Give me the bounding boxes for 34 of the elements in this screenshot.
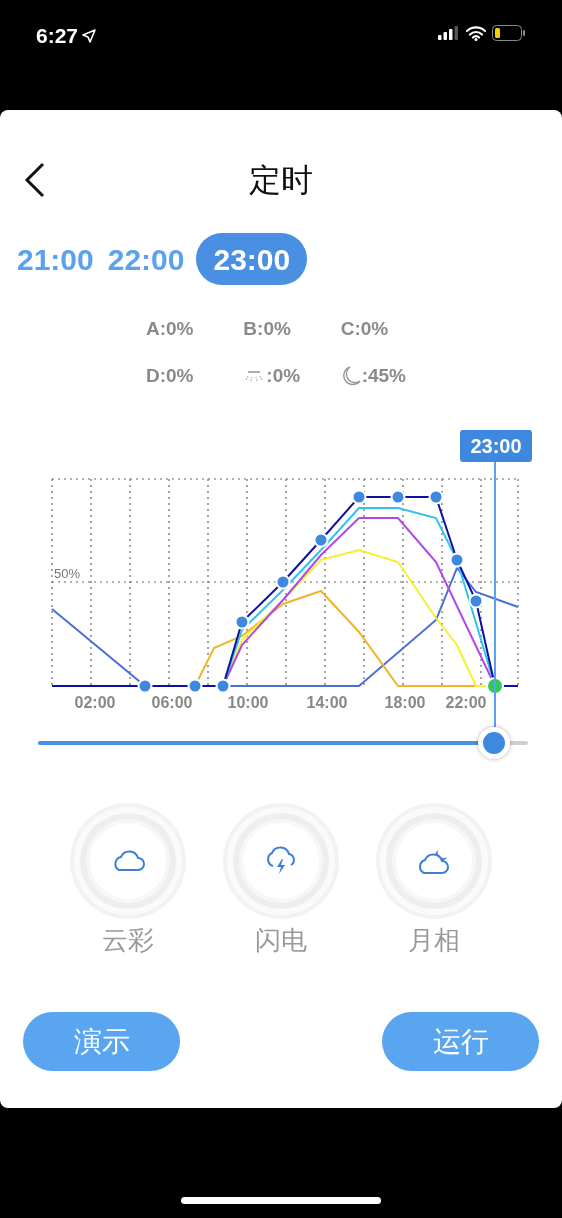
axis-label: 06:00 (151, 694, 193, 712)
reading-value: :0% (266, 363, 301, 388)
reading-value: :45% (361, 363, 406, 388)
light-icon (243, 368, 266, 383)
action-button[interactable]: 运行 (382, 1012, 539, 1071)
wifi-icon (466, 25, 486, 41)
battery-icon (492, 25, 526, 41)
cursor-tooltip: 23:00 (460, 430, 532, 462)
page-title: 定时 (249, 161, 313, 200)
data-point[interactable] (351, 489, 367, 505)
mode-label: 月相 (408, 924, 460, 957)
reading-value: C:0% (340, 317, 389, 341)
reading-value: B:0% (243, 317, 291, 341)
axis-label: 10:00 (227, 694, 269, 712)
axis-label: 22:00 (445, 694, 487, 712)
axis-label: 50% (54, 565, 81, 583)
time-tab[interactable]: 22:00 (105, 233, 187, 285)
reading-value: A:0% (146, 317, 194, 341)
mode-label: 云彩 (102, 924, 154, 957)
data-point[interactable] (275, 574, 291, 590)
signal-icon (438, 26, 460, 40)
axis-label: 14:00 (306, 694, 348, 712)
mode-label: 闪电 (255, 924, 307, 957)
status-time: 6:27 (36, 23, 79, 49)
axis-label: 18:00 (384, 694, 426, 712)
action-button[interactable]: 演示 (23, 1012, 180, 1071)
location-arrow-icon (82, 28, 97, 43)
moon-icon (340, 364, 361, 387)
data-point[interactable] (234, 614, 250, 630)
reading-value: D:0% (146, 363, 194, 388)
data-point[interactable] (313, 532, 329, 548)
time-tab[interactable]: 23:00 (196, 233, 308, 285)
time-tab[interactable]: 21:00 (15, 233, 96, 285)
axis-label: 02:00 (74, 694, 116, 712)
